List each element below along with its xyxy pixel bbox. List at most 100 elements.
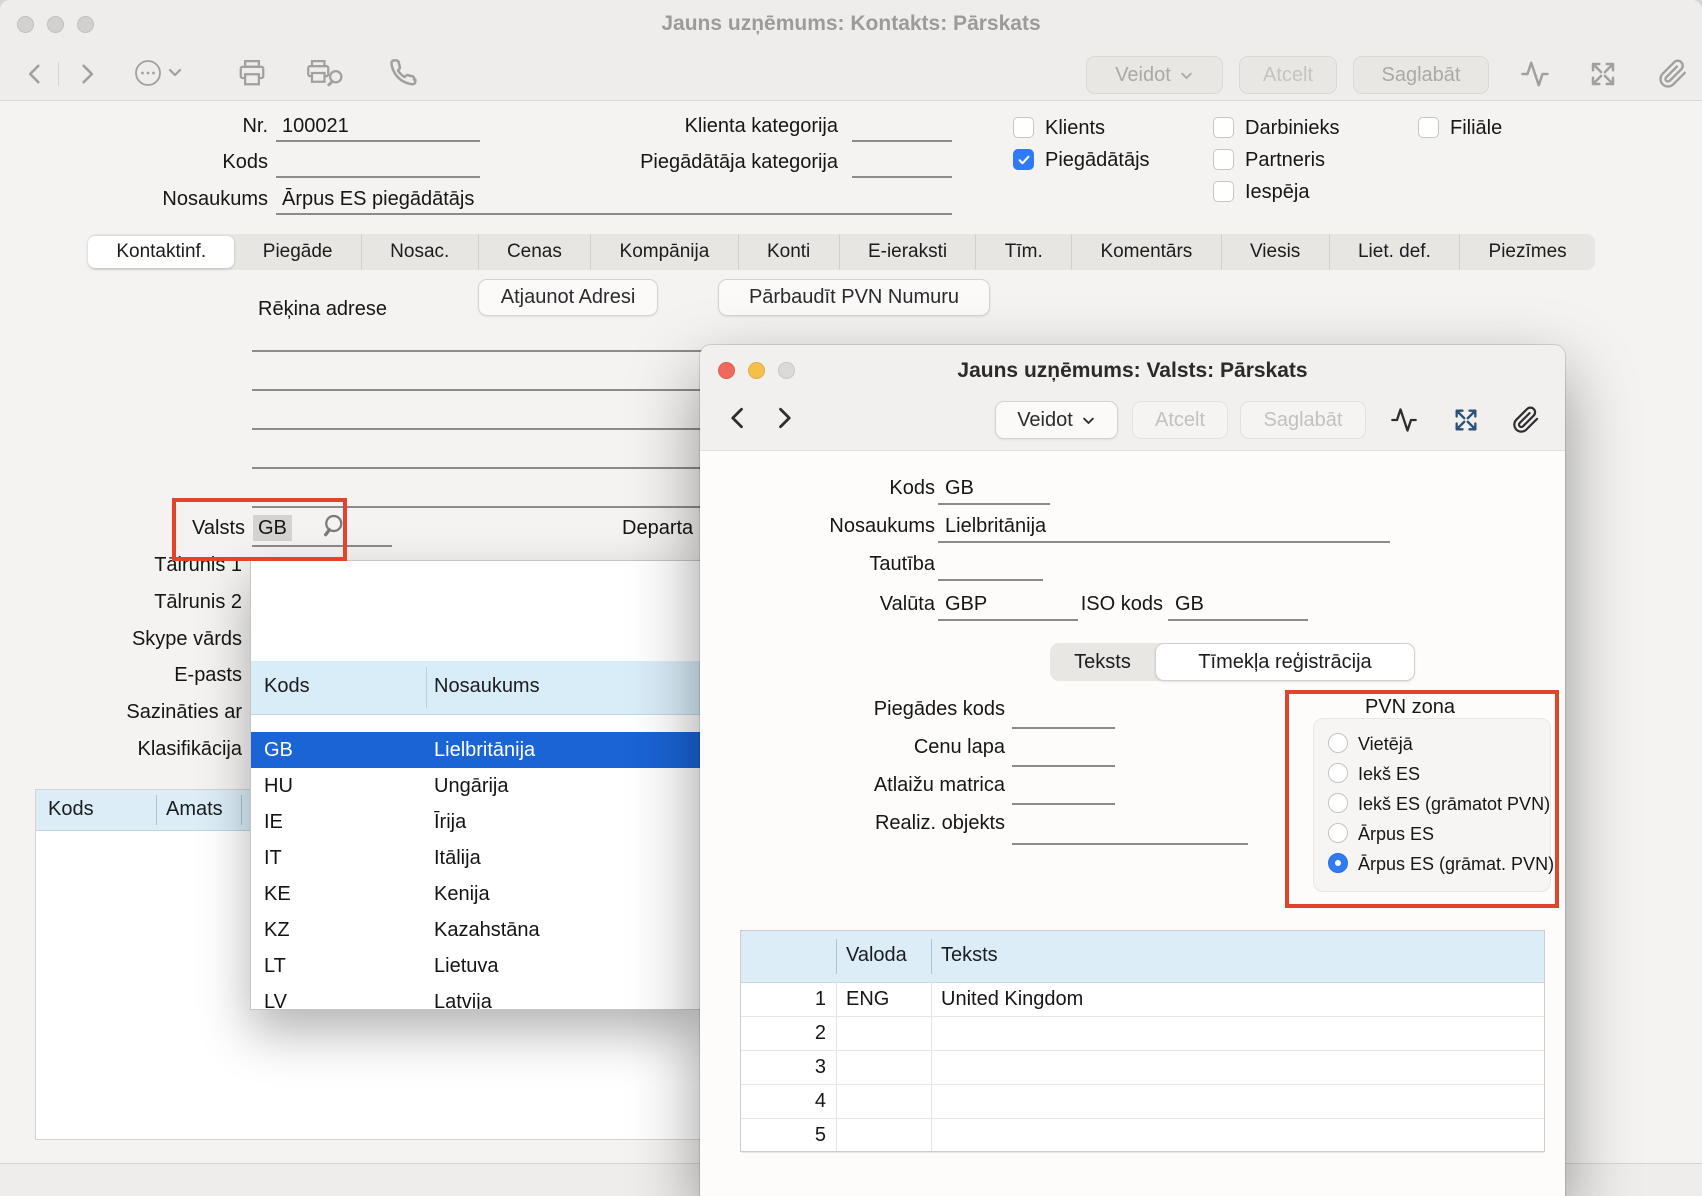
country-name: Kazahstāna bbox=[434, 912, 540, 948]
saglabat-button[interactable]: Saglabāt bbox=[1240, 401, 1366, 439]
piegadataja-kategorija-label: Piegādātāja kategorija bbox=[600, 150, 838, 174]
country-window-titlebar[interactable]: Jauns uzņēmums: Valsts: Pārskats Veidot … bbox=[700, 345, 1565, 451]
column-divider[interactable] bbox=[836, 939, 837, 974]
address-line-3[interactable] bbox=[252, 428, 760, 430]
tab-kompanija[interactable]: Kompānija bbox=[590, 234, 737, 270]
atjaunot-adresi-button[interactable]: Atjaunot Adresi bbox=[478, 279, 658, 316]
skype-vards-label: Skype vārds bbox=[42, 627, 242, 651]
list-item-ie[interactable]: IE Īrija bbox=[251, 804, 700, 840]
field-underline[interactable] bbox=[938, 579, 1043, 581]
address-line-1[interactable] bbox=[252, 350, 760, 352]
nosaukums-value[interactable]: Ārpus ES piegādātājs bbox=[282, 187, 474, 211]
atlaizu-matrica-label: Atlaižu matrica bbox=[805, 773, 1005, 797]
nosaukums-value[interactable]: Lielbritānija bbox=[945, 514, 1046, 538]
nav-back-icon[interactable] bbox=[22, 60, 50, 88]
column-divider[interactable] bbox=[931, 939, 932, 974]
kods-label: Kods bbox=[100, 150, 268, 174]
rekina-adrese-label: Rēķina adrese bbox=[258, 297, 387, 321]
column-header-teksts[interactable]: Teksts bbox=[941, 944, 998, 967]
atcelt-button[interactable]: Atcelt bbox=[1132, 401, 1228, 439]
segment-teksts[interactable]: Teksts bbox=[1050, 643, 1155, 681]
tab-kontaktinf[interactable]: Kontaktinf. bbox=[88, 236, 234, 268]
nav-forward-icon[interactable] bbox=[768, 403, 798, 433]
piegadatajs-checkbox[interactable] bbox=[1013, 149, 1034, 170]
veidot-button[interactable]: Veidot bbox=[995, 401, 1118, 439]
segment-timekla-registracija[interactable]: Tīmekļa reģistrācija bbox=[1155, 643, 1415, 681]
table-row-4[interactable]: 4 bbox=[741, 1084, 1544, 1119]
paperclip-icon[interactable] bbox=[1658, 59, 1688, 89]
country-name: Lietuva bbox=[434, 948, 499, 984]
saglabat-button[interactable]: Saglabāt bbox=[1353, 56, 1489, 94]
column-header-kods[interactable]: Kods bbox=[48, 798, 94, 821]
iso-kods-value[interactable]: GB bbox=[1175, 592, 1204, 616]
table-row-1[interactable]: 1 ENG United Kingdom bbox=[741, 982, 1544, 1017]
list-item-lv[interactable]: LV Latvija bbox=[251, 984, 700, 1010]
filiale-checkbox[interactable] bbox=[1418, 117, 1439, 138]
dropdown-header-kods[interactable]: Kods bbox=[264, 675, 310, 698]
field-underline[interactable] bbox=[1012, 803, 1115, 805]
phone-icon[interactable] bbox=[386, 57, 418, 89]
list-item-hu[interactable]: HU Ungārija bbox=[251, 768, 700, 804]
more-actions-icon[interactable] bbox=[132, 57, 190, 89]
address-line-2[interactable] bbox=[252, 389, 760, 391]
tab-konti[interactable]: Konti bbox=[738, 234, 839, 270]
tab-liet-def[interactable]: Liet. def. bbox=[1329, 234, 1460, 270]
valuta-value[interactable]: GBP bbox=[945, 592, 987, 616]
tab-e-ieraksti[interactable]: E-ieraksti bbox=[839, 234, 976, 270]
country-code: LT bbox=[264, 948, 286, 984]
teksts-cell[interactable]: United Kingdom bbox=[941, 982, 1083, 1016]
column-divider[interactable] bbox=[241, 795, 242, 825]
print-icon[interactable] bbox=[236, 58, 268, 88]
atcelt-button[interactable]: Atcelt bbox=[1239, 56, 1337, 94]
table-row-3[interactable]: 3 bbox=[741, 1050, 1544, 1085]
tab-piezimes[interactable]: Piezīmes bbox=[1459, 234, 1595, 270]
column-header-amats[interactable]: Amats bbox=[166, 798, 223, 821]
list-item-gb[interactable]: GB Lielbritānija bbox=[251, 732, 700, 768]
activity-icon[interactable] bbox=[1520, 59, 1550, 89]
tab-cenas[interactable]: Cenas bbox=[478, 234, 591, 270]
table-row-2[interactable]: 2 bbox=[741, 1016, 1544, 1051]
table-row-5[interactable]: 5 bbox=[741, 1118, 1544, 1153]
list-item-lt[interactable]: LT Lietuva bbox=[251, 948, 700, 984]
field-underline[interactable] bbox=[1012, 727, 1115, 729]
nav-back-icon[interactable] bbox=[724, 403, 754, 433]
tab-tim[interactable]: Tīm. bbox=[975, 234, 1071, 270]
contact-window-titlebar[interactable]: Jauns uzņēmums: Kontakts: Pārskats bbox=[0, 0, 1702, 48]
partneris-checkbox[interactable] bbox=[1213, 149, 1234, 170]
field-underline[interactable] bbox=[852, 176, 952, 178]
klienta-kategorija-label: Klienta kategorija bbox=[600, 114, 838, 138]
list-item-it[interactable]: IT Itālija bbox=[251, 840, 700, 876]
field-underline[interactable] bbox=[1012, 843, 1248, 845]
address-line-4[interactable] bbox=[252, 467, 760, 469]
nav-forward-icon[interactable] bbox=[72, 60, 100, 88]
annotation-rectangle-valsts bbox=[172, 498, 347, 561]
tab-piegade[interactable]: Piegāde bbox=[234, 234, 360, 270]
field-underline[interactable] bbox=[276, 176, 480, 178]
kods-value[interactable]: GB bbox=[945, 476, 974, 500]
expand-icon[interactable] bbox=[1452, 406, 1480, 434]
parbaudit-pvn-button[interactable]: Pārbaudīt PVN Numuru bbox=[718, 279, 990, 316]
print-preview-icon[interactable] bbox=[304, 58, 350, 88]
darbinieks-checkbox[interactable] bbox=[1213, 117, 1234, 138]
activity-icon[interactable] bbox=[1390, 406, 1418, 434]
expand-icon[interactable] bbox=[1588, 59, 1618, 89]
list-item-ke[interactable]: KE Kenija bbox=[251, 876, 700, 912]
list-item-kz[interactable]: KZ Kazahstāna bbox=[251, 912, 700, 948]
valoda-cell[interactable]: ENG bbox=[846, 982, 889, 1016]
dropdown-header-nosaukums[interactable]: Nosaukums bbox=[434, 675, 540, 698]
tab-komentars[interactable]: Komentārs bbox=[1071, 234, 1221, 270]
iespeja-checkbox[interactable] bbox=[1213, 181, 1234, 202]
toolbar-divider bbox=[58, 62, 59, 86]
veidot-button[interactable]: Veidot bbox=[1086, 56, 1223, 94]
country-code: KZ bbox=[264, 912, 290, 948]
tab-viesis[interactable]: Viesis bbox=[1221, 234, 1329, 270]
column-header-valoda[interactable]: Valoda bbox=[846, 944, 907, 967]
field-underline[interactable] bbox=[1012, 765, 1115, 767]
paperclip-icon[interactable] bbox=[1512, 406, 1540, 434]
nr-value[interactable]: 100021 bbox=[282, 114, 349, 138]
column-divider[interactable] bbox=[156, 795, 157, 825]
field-underline[interactable] bbox=[852, 140, 952, 142]
tab-nosac[interactable]: Nosac. bbox=[361, 234, 478, 270]
klients-checkbox[interactable] bbox=[1013, 117, 1034, 138]
country-segmented-tabs: Teksts Tīmekļa reģistrācija bbox=[1050, 643, 1415, 681]
